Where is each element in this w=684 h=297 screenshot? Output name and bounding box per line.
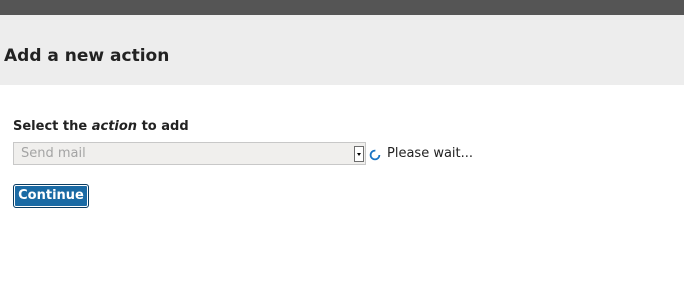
top-bar xyxy=(0,0,684,15)
label-prefix: Select the xyxy=(13,119,88,134)
status-text: Please wait... xyxy=(387,146,474,161)
action-select-label: Select the action to add xyxy=(13,119,189,135)
loading-spinner-icon xyxy=(369,149,381,161)
page-title: Add a new action xyxy=(4,46,170,66)
action-select-value: Send mail xyxy=(21,146,86,161)
label-suffix: to add xyxy=(141,119,189,134)
continue-button[interactable]: Continue xyxy=(13,184,89,208)
label-emphasis: action xyxy=(91,119,138,134)
action-select[interactable]: Send mail xyxy=(13,142,366,165)
dropdown-arrow-icon[interactable] xyxy=(354,146,364,162)
